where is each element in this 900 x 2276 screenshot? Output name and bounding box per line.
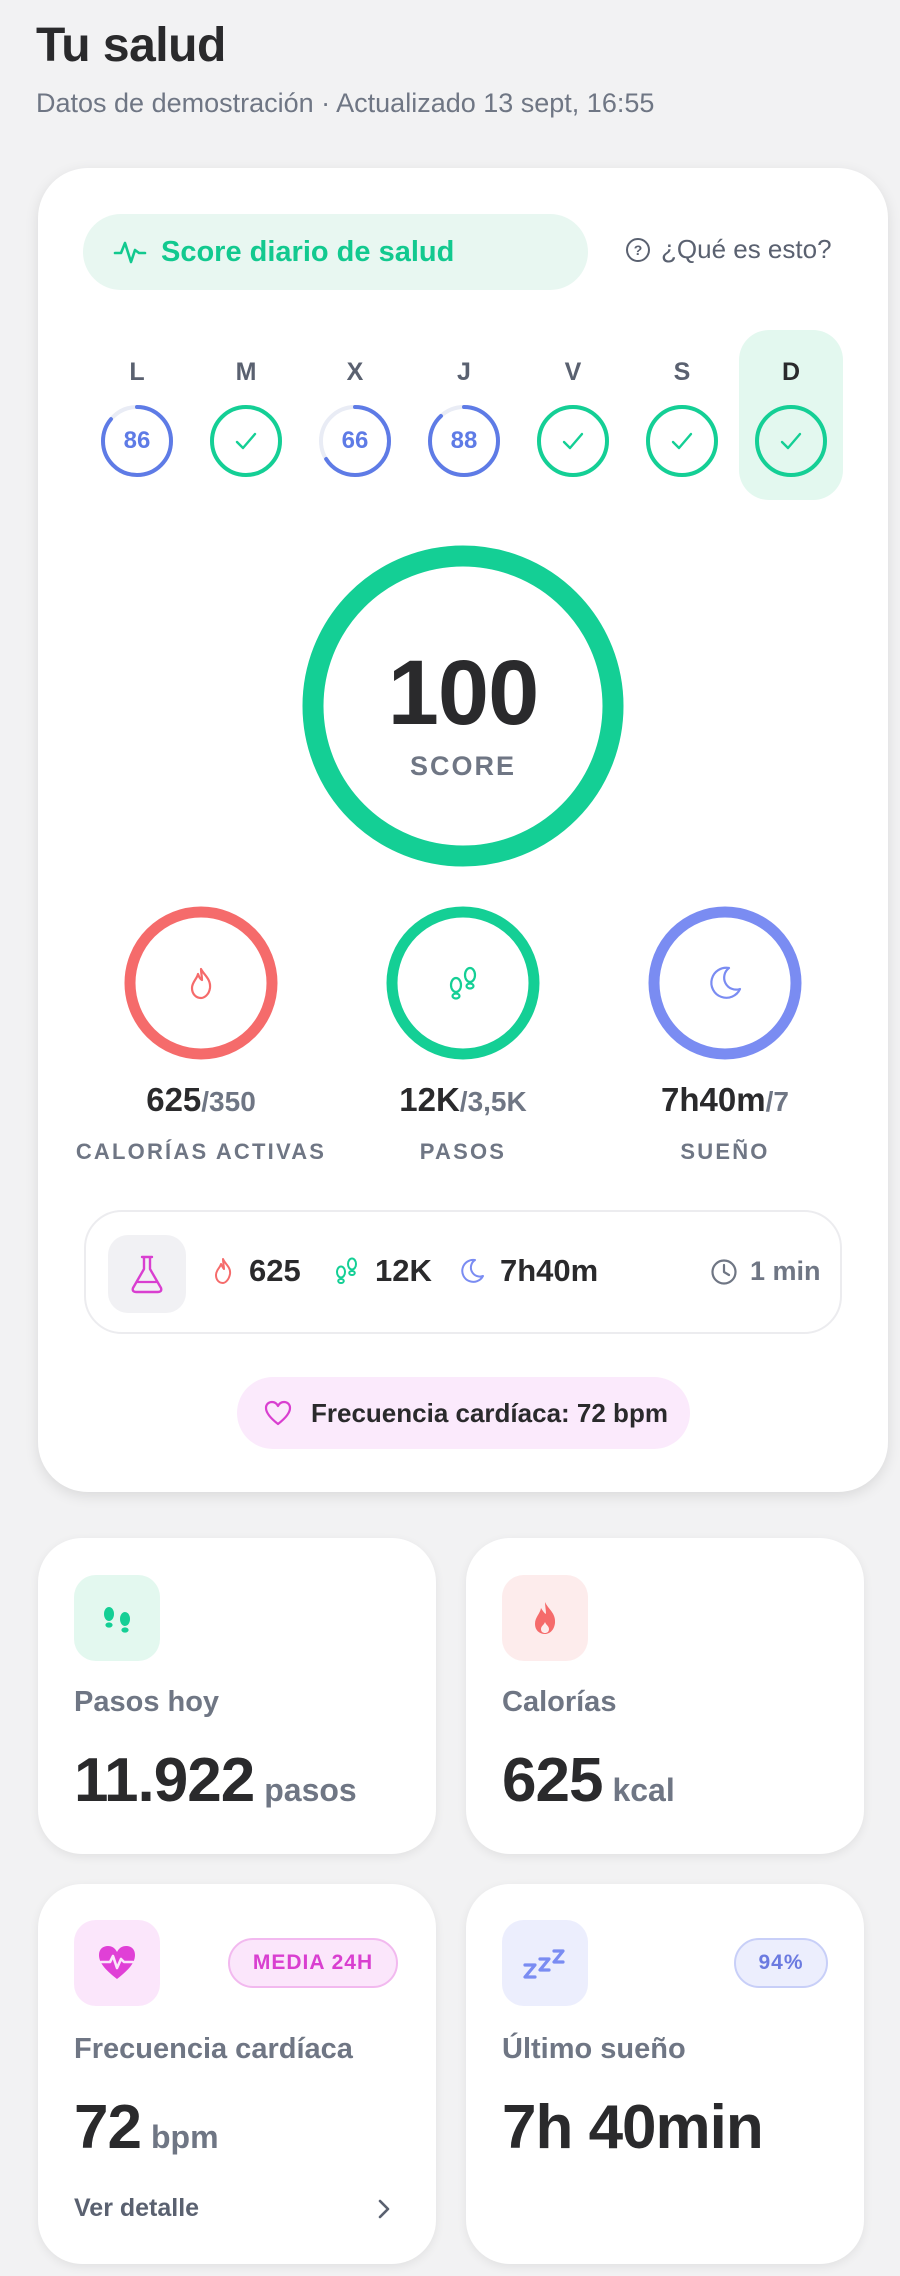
summary-time: 1 min xyxy=(710,1256,821,1287)
heart-card-unit: bpm xyxy=(150,2119,219,2155)
calories-value: 625 xyxy=(146,1081,202,1118)
question-icon: ? xyxy=(626,237,650,262)
sleep-metric: 7h40m/7 SUEÑO xyxy=(575,905,875,1165)
chevron-right-icon xyxy=(378,2199,390,2218)
heart-icon xyxy=(264,1400,292,1426)
day-label: S xyxy=(673,358,691,386)
score-value: 100 xyxy=(387,642,540,744)
heart-rate-pill[interactable]: Frecuencia cardíaca: 72 bpm xyxy=(237,1377,690,1449)
day-ring: 86 xyxy=(98,402,176,480)
calories-caption: CALORÍAS ACTIVAS xyxy=(75,1139,327,1164)
day-ring xyxy=(752,402,830,480)
flame-icon xyxy=(190,967,212,1000)
day-label: X xyxy=(346,358,364,386)
heart-pulse-icon xyxy=(99,1946,135,1979)
check-icon xyxy=(671,432,693,450)
day-j[interactable]: J 88 xyxy=(414,330,514,500)
day-d[interactable]: D xyxy=(739,330,843,500)
day-label: M xyxy=(235,358,257,386)
day-m[interactable]: M xyxy=(196,330,296,500)
day-l[interactable]: L 86 xyxy=(87,330,187,500)
check-icon xyxy=(235,432,257,450)
heart-card-value: 72 xyxy=(74,2093,142,2162)
summary-calories-value: 625 xyxy=(249,1253,301,1288)
day-s[interactable]: S xyxy=(632,330,732,500)
steps-card-unit: pasos xyxy=(264,1772,357,1808)
calories-card-title: Calorías xyxy=(502,1686,617,1718)
footprints-icon xyxy=(449,966,477,1000)
heart-card-value-row: 72 bpm xyxy=(74,2092,219,2163)
steps-card-title: Pasos hoy xyxy=(74,1686,220,1718)
day-ring xyxy=(643,402,721,480)
day-ring xyxy=(534,402,612,480)
summary-sleep-value: 7h40m xyxy=(500,1253,599,1288)
sleep-value: 7h40m xyxy=(661,1081,766,1118)
steps-card-value: 11.922 xyxy=(74,1746,255,1815)
sleep-card-title: Último sueño xyxy=(502,2033,686,2065)
score-label: SCORE xyxy=(409,751,517,781)
day-label: D xyxy=(781,358,801,386)
clock-icon xyxy=(711,1258,737,1285)
day-v[interactable]: V xyxy=(523,330,623,500)
steps-card-value-row: 11.922 pasos xyxy=(74,1745,357,1816)
summary-time-value: 1 min xyxy=(750,1256,821,1286)
detail-link-label: Ver detalle xyxy=(74,2194,200,2222)
heart-rate-pill-label: Frecuencia cardíaca: 72 bpm xyxy=(311,1397,668,1428)
day-label: J xyxy=(457,358,471,386)
page-subtitle: Datos de demostración · Actualizado 13 s… xyxy=(36,88,655,118)
zzz-icon xyxy=(523,1949,565,1979)
moon-icon xyxy=(710,966,742,999)
page-title: Tu salud xyxy=(36,19,226,72)
day-label: L xyxy=(129,358,145,386)
calories-goal: /350 xyxy=(201,1086,256,1117)
day-ring xyxy=(207,402,285,480)
sleep-caption: SUEÑO xyxy=(680,1139,770,1164)
flame-icon xyxy=(535,1602,556,1634)
day-label: V xyxy=(564,358,582,386)
steps-metric: 12K/3,5K PASOS xyxy=(313,905,613,1165)
heart-card-detail-link[interactable]: Ver detalle xyxy=(74,2194,394,2223)
sleep-card-value: 7h 40min xyxy=(502,2093,764,2162)
steps-goal: /3,5K xyxy=(459,1086,527,1117)
steps-value: 12K xyxy=(399,1081,460,1118)
flask-button[interactable] xyxy=(108,1235,186,1313)
calories-card-icon-box xyxy=(502,1575,588,1661)
calories-card-unit: kcal xyxy=(612,1772,675,1808)
day-score: 86 xyxy=(123,427,151,454)
flame-icon xyxy=(215,1258,232,1284)
footprints-icon xyxy=(336,1257,357,1284)
heart-card-icon-box xyxy=(74,1920,160,2006)
help-link-label: ¿Qué es esto? xyxy=(661,234,832,264)
heart-card-badge: MEDIA 24H xyxy=(228,1938,398,1988)
flask-icon xyxy=(131,1255,163,1294)
footprints-icon xyxy=(104,1607,130,1633)
help-link[interactable]: ? ¿Qué es esto? xyxy=(625,234,832,265)
summary-steps-value: 12K xyxy=(375,1253,432,1288)
summary-steps: 12K xyxy=(333,1253,432,1289)
day-score: 66 xyxy=(341,427,369,454)
score-tab-label: Score diario de salud xyxy=(161,235,455,268)
summary-calories: 625 xyxy=(211,1253,301,1289)
calories-card-value: 625 xyxy=(502,1746,603,1815)
calories-metric: 625/350 CALORÍAS ACTIVAS xyxy=(51,905,351,1165)
sleep-card-icon-box xyxy=(502,1920,588,2006)
heart-card-title: Frecuencia cardíaca xyxy=(74,2033,353,2065)
calories-card-value-row: 625 kcal xyxy=(502,1745,675,1816)
day-x[interactable]: X 66 xyxy=(305,330,405,500)
check-icon xyxy=(562,432,584,450)
day-ring: 66 xyxy=(316,402,394,480)
steps-caption: PASOS xyxy=(419,1139,507,1164)
sleep-goal: /7 xyxy=(765,1086,789,1117)
svg-text:?: ? xyxy=(634,242,643,258)
summary-sleep: 7h40m xyxy=(458,1253,598,1289)
day-score: 88 xyxy=(450,427,478,454)
pulse-icon xyxy=(113,241,147,264)
sleep-card-badge: 94% xyxy=(734,1938,828,1988)
moon-icon xyxy=(461,1258,484,1283)
steps-card-icon-box xyxy=(74,1575,160,1661)
day-ring: 88 xyxy=(425,402,503,480)
score-tab[interactable]: Score diario de salud xyxy=(83,214,588,290)
score-gauge: 100 SCORE xyxy=(302,545,624,867)
